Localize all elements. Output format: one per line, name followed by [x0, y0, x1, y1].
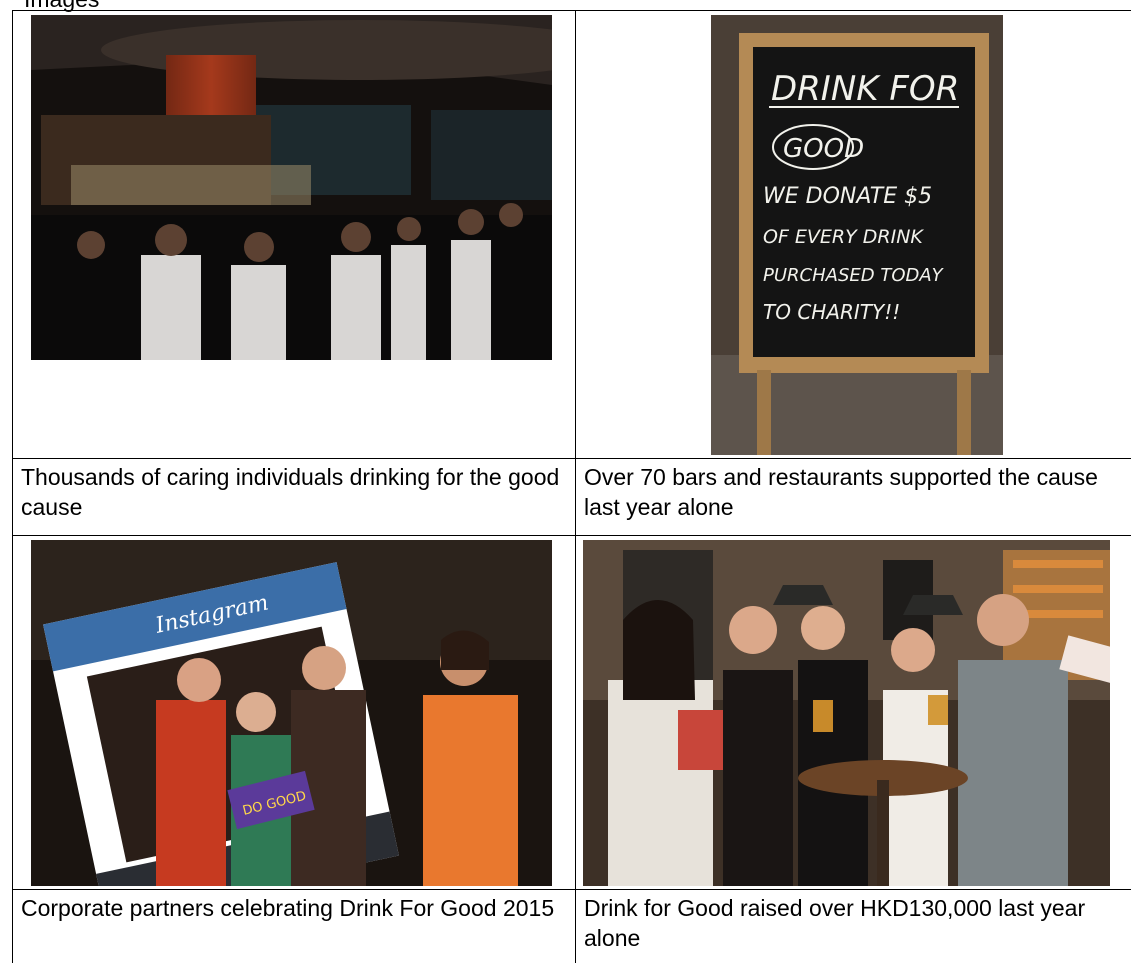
sign-line-6: TO CHARITY!!: [763, 300, 900, 324]
sign-line-2: GOOD: [783, 134, 864, 164]
sign-line-1: DRINK FOR: [771, 69, 959, 109]
image-cell-1: [12, 10, 576, 459]
group-cheers-photo: [583, 540, 1110, 886]
bar-crowd-photo: [31, 15, 552, 360]
caption-3: Corporate partners celebrating Drink For…: [21, 895, 555, 921]
caption-cell-1: Thousands of caring individuals drinking…: [12, 458, 576, 536]
image-cell-3: Instagram DO GOOD: [12, 535, 576, 890]
caption-4: Drink for Good raised over HKD130,000 la…: [584, 895, 1086, 951]
caption-cell-3: Corporate partners celebrating Drink For…: [12, 889, 576, 963]
images-table: DRINK FOR GOOD WE DONATE $5 OF EVERY DRI…: [12, 10, 1131, 963]
instagram-frame-photo: Instagram DO GOOD: [31, 540, 552, 886]
sign-line-3: WE DONATE $5: [763, 184, 932, 209]
chalkboard-sign-photo: DRINK FOR GOOD WE DONATE $5 OF EVERY DRI…: [711, 15, 1003, 455]
caption-cell-4: Drink for Good raised over HKD130,000 la…: [575, 889, 1131, 963]
image-cell-2: DRINK FOR GOOD WE DONATE $5 OF EVERY DRI…: [575, 10, 1131, 459]
caption-cell-2: Over 70 bars and restaurants supported t…: [575, 458, 1131, 536]
caption-1: Thousands of caring individuals drinking…: [21, 464, 560, 520]
sign-line-5: PURCHASED TODAY: [763, 265, 945, 286]
image-cell-4: [575, 535, 1131, 890]
caption-2: Over 70 bars and restaurants supported t…: [584, 464, 1098, 520]
sign-line-4: OF EVERY DRINK: [763, 226, 924, 248]
